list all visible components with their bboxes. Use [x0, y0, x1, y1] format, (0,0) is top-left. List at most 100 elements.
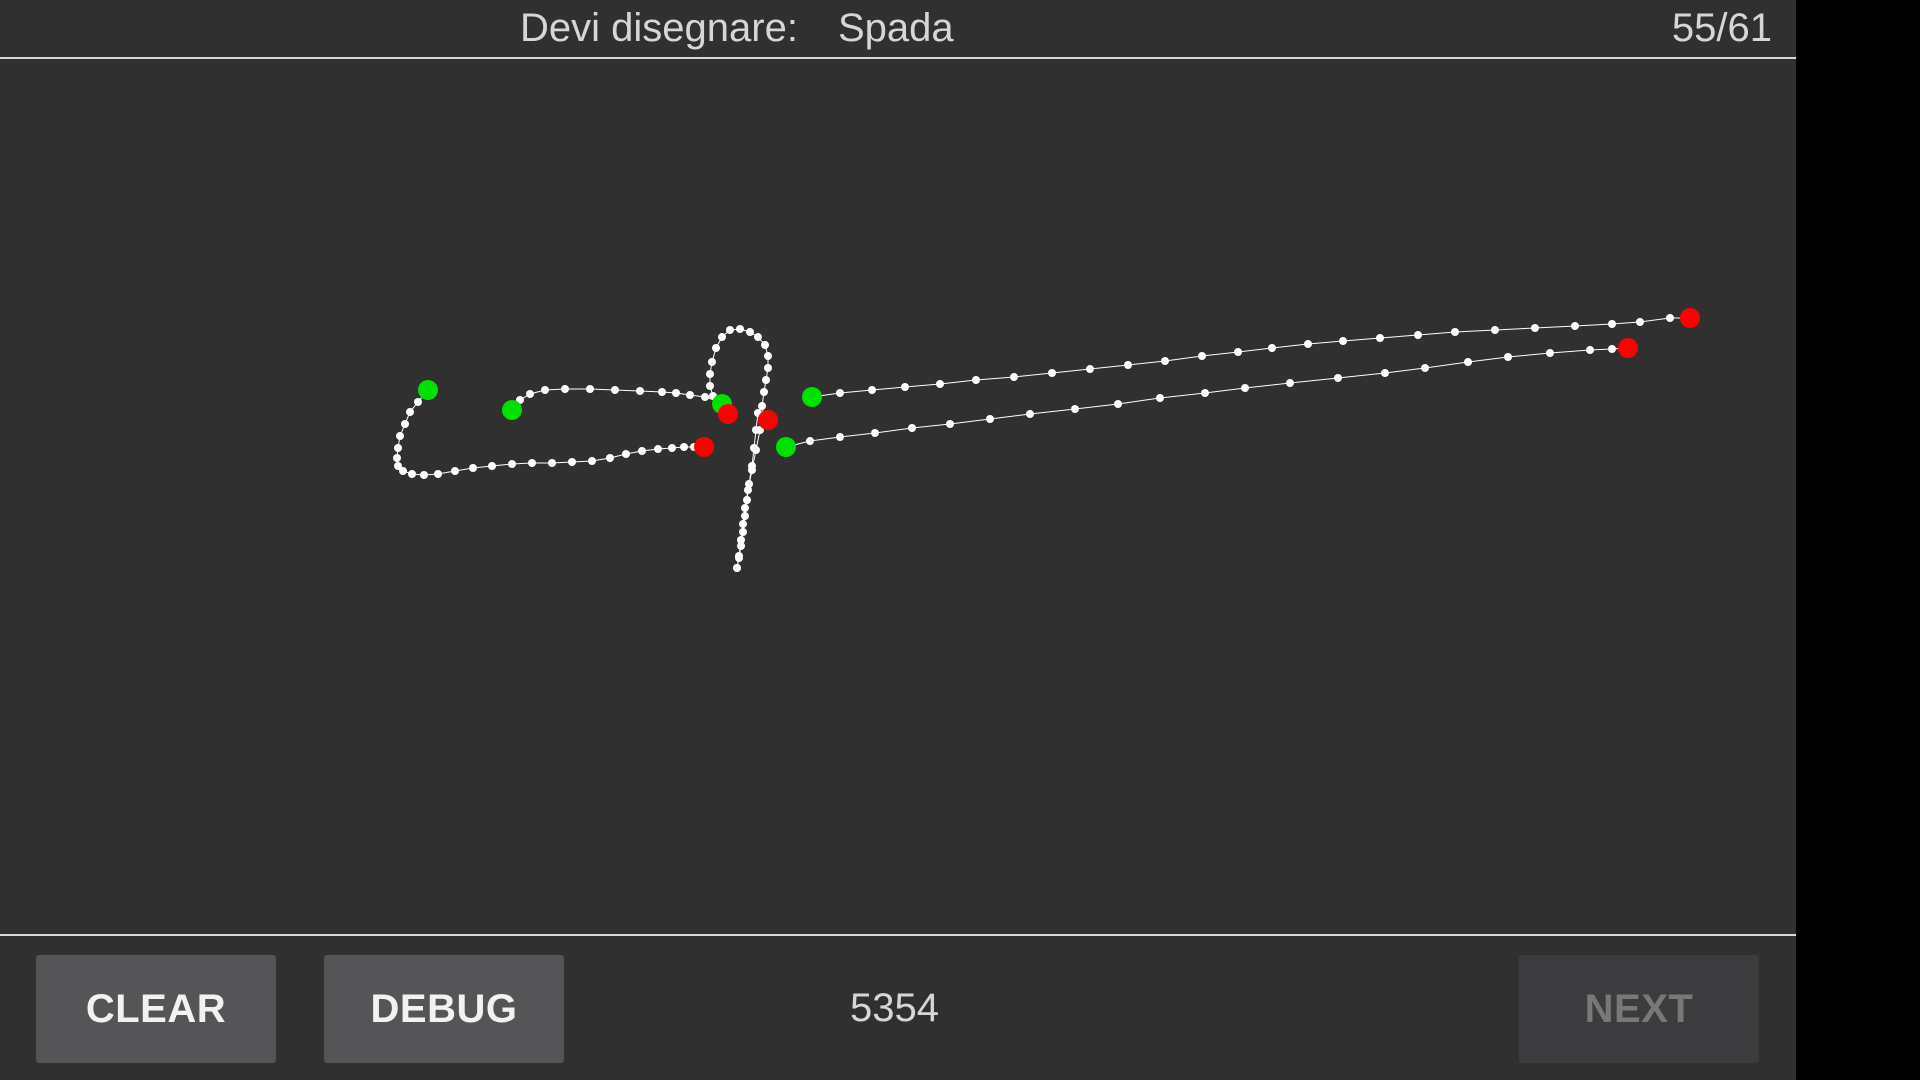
stroke-point — [701, 393, 709, 401]
stroke-point — [420, 471, 428, 479]
stroke-point — [1286, 379, 1294, 387]
stroke-point — [1546, 349, 1554, 357]
stroke-point — [936, 380, 944, 388]
stroke-point — [396, 432, 404, 440]
stroke-point — [636, 387, 644, 395]
stroke-point — [1376, 334, 1384, 342]
stroke-point — [561, 385, 569, 393]
clear-button[interactable]: CLEAR — [36, 955, 276, 1063]
stroke-point — [986, 415, 994, 423]
stroke-point — [760, 388, 768, 396]
stroke-point — [588, 457, 596, 465]
stroke-point — [1586, 346, 1594, 354]
drawing-canvas[interactable] — [0, 59, 1796, 934]
stroke-point — [901, 383, 909, 391]
stroke-point — [414, 398, 422, 406]
stroke-point — [1010, 373, 1018, 381]
stroke-point — [654, 445, 662, 453]
stroke-point — [1304, 340, 1312, 348]
stroke-point — [739, 528, 747, 536]
stroke-start-marker — [776, 437, 796, 457]
stroke-point — [741, 512, 749, 520]
stroke-point — [746, 328, 754, 336]
next-button[interactable]: NEXT — [1519, 955, 1759, 1063]
stroke-point — [548, 459, 556, 467]
stroke-point — [1334, 374, 1342, 382]
stroke-end-marker — [694, 437, 714, 457]
stroke-point — [764, 364, 772, 372]
prompt-word: Spada — [838, 6, 954, 50]
stroke-point — [680, 443, 688, 451]
stroke-point — [1608, 320, 1616, 328]
stroke-point — [658, 388, 666, 396]
stroke-point — [836, 389, 844, 397]
stroke-point — [393, 454, 401, 462]
stroke-point — [972, 376, 980, 384]
stroke-point — [1048, 369, 1056, 377]
stroke-point — [739, 520, 747, 528]
progress-counter: 55/61 — [1671, 6, 1772, 50]
stroke-end-marker — [1680, 308, 1700, 328]
stroke-point — [1161, 357, 1169, 365]
stroke-point — [611, 386, 619, 394]
stroke-point — [1234, 348, 1242, 356]
prompt-label: Devi disegnare: — [520, 6, 798, 50]
stroke-point — [488, 462, 496, 470]
stroke-point — [836, 433, 844, 441]
stroke-point — [712, 344, 720, 352]
stroke-point — [406, 408, 414, 416]
stroke-point — [622, 450, 630, 458]
stroke-point — [394, 444, 402, 452]
stroke-point — [1156, 394, 1164, 402]
stroke-point — [1241, 384, 1249, 392]
stroke-point — [672, 389, 680, 397]
stroke-point — [434, 470, 442, 478]
stroke-end-marker — [758, 410, 778, 430]
stroke-point — [1114, 400, 1122, 408]
footer-bar: CLEAR DEBUG 5354 NEXT — [0, 934, 1796, 1080]
stroke-point — [1414, 331, 1422, 339]
stroke-point — [1451, 328, 1459, 336]
stroke-point — [1071, 405, 1079, 413]
stroke-point — [871, 429, 879, 437]
debug-button[interactable]: DEBUG — [324, 955, 564, 1063]
stroke-point — [764, 352, 772, 360]
stroke-point — [761, 341, 769, 349]
stroke-point — [736, 325, 744, 333]
stroke-point — [1531, 324, 1539, 332]
stroke-point — [752, 446, 760, 454]
stroke-point — [1381, 369, 1389, 377]
stroke-point — [718, 333, 726, 341]
stroke-point — [748, 466, 756, 474]
stroke-point — [1571, 322, 1579, 330]
stroke-point — [528, 459, 536, 467]
stroke-point — [726, 326, 734, 334]
stroke-point — [526, 390, 534, 398]
stroke-point — [568, 458, 576, 466]
stroke-point — [1086, 365, 1094, 373]
stroke-point — [606, 454, 614, 462]
stroke-point — [686, 391, 694, 399]
stroke-point — [908, 424, 916, 432]
stroke-point — [1026, 410, 1034, 418]
stroke-end-marker — [718, 404, 738, 424]
stroke-point — [735, 552, 743, 560]
stroke-point — [586, 385, 594, 393]
stroke-end-marker — [1618, 338, 1638, 358]
stroke-point — [741, 504, 749, 512]
stroke-point — [1491, 326, 1499, 334]
stroke-point — [708, 358, 716, 366]
stroke-point — [508, 460, 516, 468]
stroke-point — [638, 447, 646, 455]
stroke-point — [469, 464, 477, 472]
stroke-start-marker — [502, 400, 522, 420]
header-bar: Devi disegnare: Spada 55/61 — [0, 0, 1796, 59]
stroke-point — [706, 370, 714, 378]
stroke-point — [733, 564, 741, 572]
stroke-point — [1636, 318, 1644, 326]
stroke-point — [744, 486, 752, 494]
stroke-start-marker — [802, 387, 822, 407]
stroke-point — [762, 376, 770, 384]
stroke-point — [399, 467, 407, 475]
stroke-point — [408, 470, 416, 478]
